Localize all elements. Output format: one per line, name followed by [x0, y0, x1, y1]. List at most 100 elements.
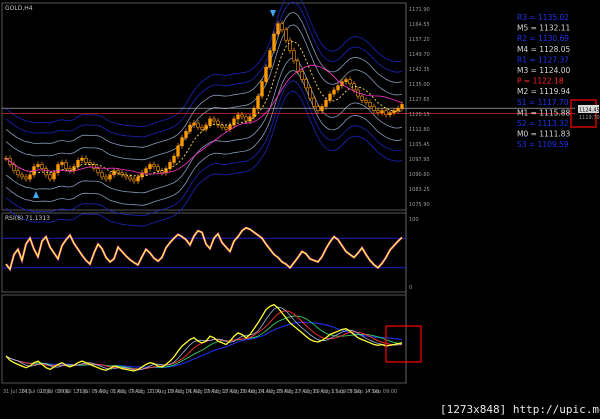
time-axis-ticks: 31 Jul 201524 Jul 01:0028 Jul 09:0029 Ju…	[3, 389, 397, 395]
candle	[312, 97, 316, 107]
price-tick-label: 1171.90	[409, 7, 430, 13]
candle	[200, 126, 204, 130]
candle	[20, 174, 24, 178]
rsi-tick-label: 100	[409, 217, 419, 223]
candle	[372, 106, 376, 111]
candle	[280, 23, 284, 31]
candle	[80, 157, 84, 161]
candle	[208, 118, 212, 126]
candle	[252, 108, 256, 118]
pivot-level-label: S1 = 1117.70	[517, 98, 569, 107]
candle	[396, 108, 400, 111]
candle	[220, 124, 224, 128]
time-tick-label: 4 Sep 09:00	[367, 389, 397, 395]
candle	[324, 99, 328, 107]
candle	[228, 124, 232, 130]
candle	[400, 104, 404, 109]
price-tick-label: 1157.20	[409, 37, 430, 43]
candle	[348, 79, 352, 85]
candle	[304, 79, 308, 89]
current-price-label-2: 1119.70	[579, 115, 600, 121]
candle	[384, 110, 388, 116]
candle	[332, 89, 336, 95]
candle	[380, 110, 384, 114]
pivot-level-label: R2 = 1130.69	[517, 34, 569, 43]
candle	[296, 60, 300, 72]
pivot-level-label: M2 = 1119.94	[517, 87, 571, 96]
candle	[132, 178, 136, 182]
candle	[360, 95, 364, 101]
candle	[184, 131, 188, 138]
candle	[284, 29, 288, 41]
candle	[328, 93, 332, 101]
candle	[176, 145, 180, 157]
chart-window: 1171.90 1164.55 1157.20 1149.70 1142.35 1135.…	[0, 0, 600, 419]
candle	[76, 160, 80, 167]
candle	[212, 118, 216, 122]
candle	[16, 170, 20, 176]
candle	[236, 114, 240, 120]
price-tick-label: 1142.35	[409, 67, 430, 73]
symbol-label: GOLD,H4	[5, 5, 33, 12]
candle	[376, 110, 380, 114]
candle	[320, 106, 324, 111]
price-tick-label: 1075.90	[409, 202, 430, 208]
candle	[108, 174, 112, 180]
price-tick-label: 1090.60	[409, 172, 430, 178]
pivot-level-label: M3 = 1124.00	[517, 66, 571, 75]
candle	[240, 114, 244, 118]
candle	[60, 162, 64, 165]
price-tick-label: 1127.65	[409, 97, 430, 103]
candle	[128, 176, 132, 180]
candle	[44, 168, 48, 176]
candle	[96, 168, 100, 174]
candle	[52, 172, 56, 180]
candle	[36, 164, 40, 167]
price-tick-label: 1105.45	[409, 142, 430, 148]
candle	[292, 50, 296, 62]
rsi-label: RSI(8) 71.1313	[5, 215, 50, 222]
candle	[48, 174, 52, 180]
candle	[84, 157, 88, 163]
candle	[116, 170, 120, 174]
candle	[368, 102, 372, 107]
candle	[160, 170, 164, 174]
candle	[152, 164, 156, 167]
candle	[180, 137, 184, 147]
price-tick-label: 1112.80	[409, 127, 430, 133]
candle	[336, 85, 340, 91]
candle	[232, 118, 236, 126]
candle	[308, 87, 312, 99]
pivot-level-label: M0 = 1111.83	[517, 130, 571, 139]
candle	[144, 168, 148, 174]
candle	[156, 166, 160, 172]
candle	[272, 33, 276, 51]
price-tick-label: 1135.00	[409, 82, 430, 88]
candle	[148, 164, 152, 169]
pivot-level-label: S3 = 1109.59	[517, 140, 569, 149]
pivot-level-label: S2 = 1113.32	[517, 119, 569, 128]
candle	[388, 112, 392, 116]
candle	[244, 116, 248, 122]
pivot-level-label: M1 = 1115.88	[517, 108, 571, 117]
pivot-level-label: R1 = 1127.37	[517, 55, 569, 64]
price-tick-label: 1164.55	[409, 22, 430, 28]
candle	[172, 155, 176, 163]
pivot-level-label: R3 = 1135.02	[517, 13, 569, 22]
candle	[300, 70, 304, 80]
price-tick-label: 1097.95	[409, 157, 430, 163]
candle	[316, 106, 320, 111]
pivot-level-label: M4 = 1128.05	[517, 45, 571, 54]
candle	[276, 23, 280, 35]
candle	[264, 66, 268, 82]
candle	[344, 79, 348, 82]
candle	[104, 176, 108, 180]
pivot-level-label: M5 = 1132.11	[517, 24, 571, 33]
watermark: [1273x848] http://upic.me/	[440, 403, 600, 416]
candle	[28, 174, 32, 180]
candle	[224, 126, 228, 130]
candle	[268, 50, 272, 68]
pivot-level-list: R3 = 1135.02 M5 = 1132.11R2 = 1130.69 M4 =…	[517, 13, 571, 149]
candle	[196, 122, 200, 128]
candle	[24, 176, 28, 180]
